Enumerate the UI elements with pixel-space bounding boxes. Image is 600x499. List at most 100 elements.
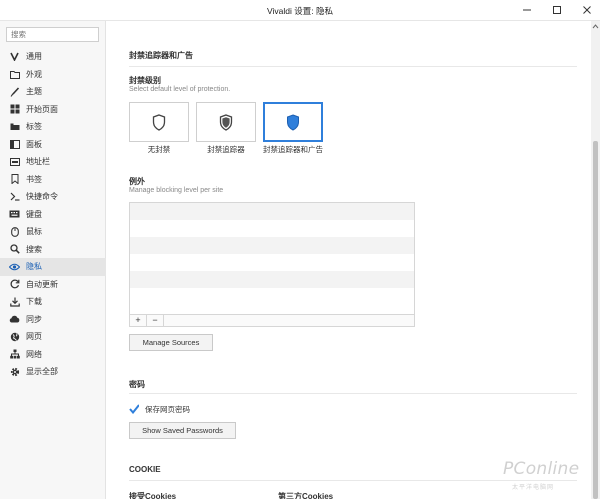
list-item [130,288,414,305]
section-divider [129,393,577,394]
password-section-title: 密码 [129,380,145,389]
sidebar-item-address-bar[interactable]: 地址栏 [0,153,106,171]
sidebar-item-label: 地址栏 [26,157,50,167]
sidebar-item-network[interactable]: 网络 [0,346,106,364]
folder-icon [9,69,20,80]
exceptions-title: 例外 [129,177,145,186]
sidebar-item-auto-update[interactable]: 自动更新 [0,276,106,294]
shield-outline-icon [152,113,166,131]
shield-half-icon [219,113,233,131]
sidebar-item-label: 网络 [26,349,42,359]
window-title: Vivaldi 设置: 隐私 [267,6,333,16]
sidebar-item-label: 键盘 [26,209,42,219]
sidebar-item-themes[interactable]: 主题 [0,83,106,101]
exceptions-desc: Manage blocking level per site [129,187,224,194]
sidebar-item-label: 自动更新 [26,279,58,289]
download-icon [9,296,20,307]
watermark-sub: 太平洋电脑网 [512,485,555,491]
sidebar-item-label: 网页 [26,332,42,342]
add-exception-button[interactable]: + [130,315,147,326]
sidebar-item-show-all[interactable]: 显示全部 [0,363,106,381]
scroll-up-icon[interactable] [592,23,599,30]
watermark-brand: PConline [503,459,580,479]
refresh-icon [9,279,20,290]
sidebar-item-label: 快捷命令 [26,192,58,202]
close-icon [583,6,591,14]
sidebar-item-label: 同步 [26,314,42,324]
show-saved-passwords-button[interactable]: Show Saved Passwords [129,422,236,439]
panel-icon [9,139,20,150]
sidebar-item-appearance[interactable]: 外观 [0,66,106,84]
mouse-icon [9,226,20,237]
sidebar-item-start-page[interactable]: 开始页面 [0,101,106,119]
search-icon [9,244,20,255]
sidebar-item-downloads[interactable]: 下载 [0,293,106,311]
remove-exception-button[interactable]: − [147,315,164,326]
list-item [130,271,414,288]
maximize-button[interactable] [542,0,572,20]
level-block-trackers-and-ads-option[interactable] [263,102,323,142]
sidebar-item-label: 开始页面 [26,104,58,114]
sidebar-item-sync[interactable]: 同步 [0,311,106,329]
sidebar-item-webpages[interactable]: 网页 [0,328,106,346]
level-block-trackers-option[interactable] [196,102,256,142]
close-button[interactable] [572,0,600,20]
minimize-icon [523,9,531,11]
sidebar-item-mouse[interactable]: 鼠标 [0,223,106,241]
list-item [130,203,414,220]
vivaldi-icon [9,51,20,62]
sidebar-item-label: 鼠标 [26,227,42,237]
level-no-blocking-label: 无封禁 [147,145,171,154]
watermark: PConline 太平洋电脑网 [503,459,593,493]
checkmark-icon [129,404,139,414]
sidebar-item-label: 显示全部 [26,367,58,377]
sidebar-item-general[interactable]: 通用 [0,48,106,66]
cookie-section-title: COOKIE [129,465,161,474]
cloud-icon [9,314,20,325]
keyboard-icon [9,209,20,220]
sidebar-item-panels[interactable]: 面板 [0,136,106,154]
sidebar-item-label: 隐私 [26,262,42,272]
tracker-section-title: 封禁追踪器和广告 [129,51,193,60]
shield-filled-icon [287,113,299,131]
third-party-cookies-label: 第三方Cookies [278,492,334,499]
gear-icon [9,366,20,377]
sidebar-item-quick-commands[interactable]: 快捷命令 [0,188,106,206]
save-passwords-label: 保存网页密码 [145,405,190,414]
save-passwords-checkbox[interactable] [129,404,139,414]
exceptions-list[interactable]: + − [129,202,415,327]
level-block-trackers-and-ads-label: 封禁追踪器和广告 [263,145,323,154]
sidebar-item-bookmarks[interactable]: 书签 [0,171,106,189]
settings-nav: 通用 外观 主题 开始页面 标签 面板 地址栏 书签 快捷命令 键盘 鼠标 搜索… [0,48,106,381]
sidebar-item-privacy[interactable]: 隐私 [0,258,106,276]
settings-sidebar: 通用 外观 主题 开始页面 标签 面板 地址栏 书签 [0,21,106,499]
accept-cookies-label: 接受Cookies [129,492,177,499]
title-bar: Vivaldi 设置: 隐私 [0,0,600,21]
settings-content: 封禁追踪器和广告 封禁级别 Select default level of pr… [106,21,590,499]
maximize-icon [553,6,561,14]
sidebar-item-keyboard[interactable]: 键盘 [0,206,106,224]
sidebar-item-label: 主题 [26,87,42,97]
list-item [130,237,414,254]
sidebar-item-label: 下载 [26,297,42,307]
settings-search-input[interactable] [6,27,99,42]
quick-command-icon [9,191,20,202]
sidebar-item-label: 通用 [26,52,42,62]
bookmark-icon [9,174,20,185]
globe-icon [9,331,20,342]
blocking-level-title: 封禁级别 [129,76,161,85]
sidebar-item-tabs[interactable]: 标签 [0,118,106,136]
network-icon [9,349,20,360]
scrollbar-thumb[interactable] [593,141,598,499]
blocking-level-desc: Select default level of protection. [129,86,231,93]
address-bar-icon [9,156,20,167]
eye-icon [9,261,20,272]
list-item [130,220,414,237]
minimize-button[interactable] [512,0,542,20]
sidebar-item-search[interactable]: 搜索 [0,241,106,259]
content-scrollbar[interactable] [591,21,600,499]
manage-sources-button[interactable]: Manage Sources [129,334,213,351]
level-no-blocking-option[interactable] [129,102,189,142]
sidebar-item-label: 书签 [26,174,42,184]
sidebar-item-label: 外观 [26,69,42,79]
